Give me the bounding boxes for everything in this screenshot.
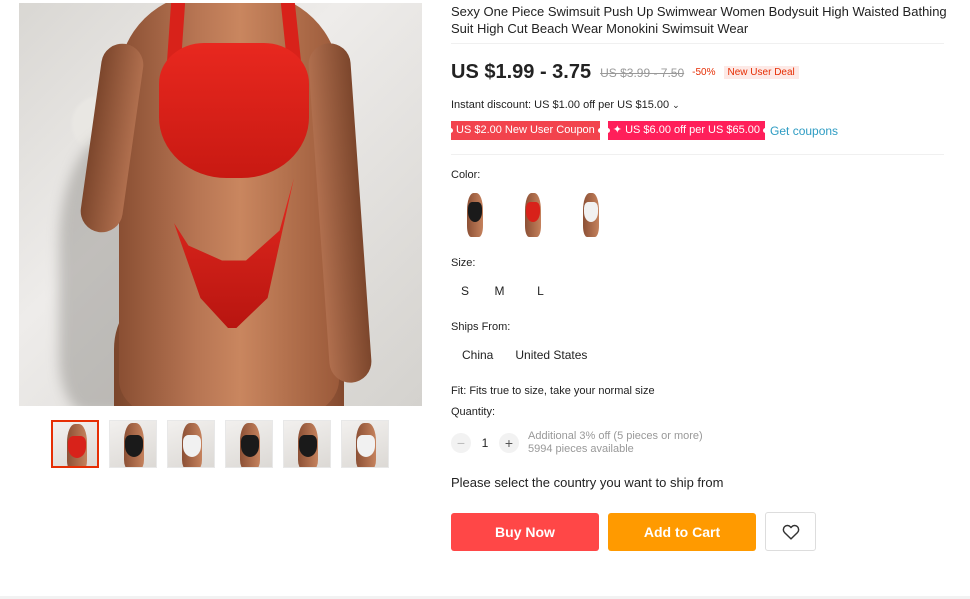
current-price: US $1.99 - 3.75	[451, 61, 592, 83]
main-product-image[interactable]	[19, 3, 422, 406]
color-swatches	[452, 188, 614, 242]
color-swatch-red[interactable]	[510, 188, 556, 242]
divider	[451, 154, 944, 155]
instant-discount-text: Instant discount: US $1.00 off per US $1…	[451, 99, 670, 111]
ships-from-label: Ships From:	[451, 321, 511, 333]
thumbnail[interactable]	[341, 420, 389, 468]
image-swimsuit-top	[159, 43, 309, 178]
size-option-m[interactable]: M	[479, 282, 520, 300]
shipping-message: Please select the country you want to sh…	[451, 475, 724, 490]
original-price: US $3.99 - 7.50	[600, 65, 685, 80]
quantity-info: Additional 3% off (5 pieces or more) 599…	[528, 430, 703, 456]
ships-from-options: China United States	[451, 346, 598, 364]
color-swatch-black[interactable]	[452, 188, 498, 242]
color-label: Color:	[451, 169, 481, 181]
new-user-deal-badge: New User Deal	[723, 66, 799, 79]
add-to-cart-button[interactable]: Add to Cart	[608, 512, 756, 551]
thumbnail-strip	[51, 420, 389, 468]
quantity-label: Quantity:	[451, 406, 496, 418]
ship-option-united-states[interactable]: United States	[504, 346, 598, 364]
price-row: US $1.99 - 3.75 US $3.99 - 7.50 -50% New…	[451, 61, 799, 84]
quantity-value[interactable]: 1	[471, 436, 499, 450]
wishlist-button[interactable]	[765, 512, 816, 551]
bulk-discount-text: Additional 3% off (5 pieces or more)	[528, 430, 703, 442]
coupon-row: US $2.00 New User Coupon ✦ US $6.00 off …	[448, 121, 838, 140]
discount-percent: -50%	[692, 67, 716, 78]
store-coupon[interactable]: ✦ US $6.00 off per US $65.00	[604, 121, 769, 140]
thumbnail[interactable]	[167, 420, 215, 468]
thumbnail[interactable]	[109, 420, 157, 468]
quantity-stepper: − 1 + Additional 3% off (5 pieces or mor…	[451, 430, 703, 456]
ship-option-china[interactable]: China	[451, 346, 504, 364]
divider	[451, 43, 944, 44]
size-option-s[interactable]: S	[451, 282, 479, 300]
get-coupons-link[interactable]: Get coupons	[770, 124, 838, 138]
quantity-decrease-button[interactable]: −	[451, 433, 471, 453]
thumbnail[interactable]	[51, 420, 99, 468]
size-options: S M L	[451, 282, 561, 300]
size-label: Size:	[451, 257, 476, 269]
quantity-increase-button[interactable]: +	[499, 433, 519, 453]
chevron-down-icon: ⌄	[672, 100, 680, 110]
new-user-coupon[interactable]: US $2.00 New User Coupon	[448, 121, 603, 140]
fit-info: Fit: Fits true to size, take your normal…	[451, 385, 655, 397]
buy-now-button[interactable]: Buy Now	[451, 512, 599, 551]
heart-outline-icon	[782, 524, 799, 540]
instant-discount[interactable]: Instant discount: US $1.00 off per US $1…	[451, 99, 680, 111]
color-swatch-white[interactable]	[568, 188, 614, 242]
product-title: Sexy One Piece Swimsuit Push Up Swimwear…	[451, 4, 947, 36]
thumbnail[interactable]	[225, 420, 273, 468]
thumbnail[interactable]	[283, 420, 331, 468]
size-option-l[interactable]: L	[520, 282, 561, 300]
action-buttons: Buy Now Add to Cart	[451, 512, 816, 551]
stock-available-text: 5994 pieces available	[528, 443, 634, 455]
